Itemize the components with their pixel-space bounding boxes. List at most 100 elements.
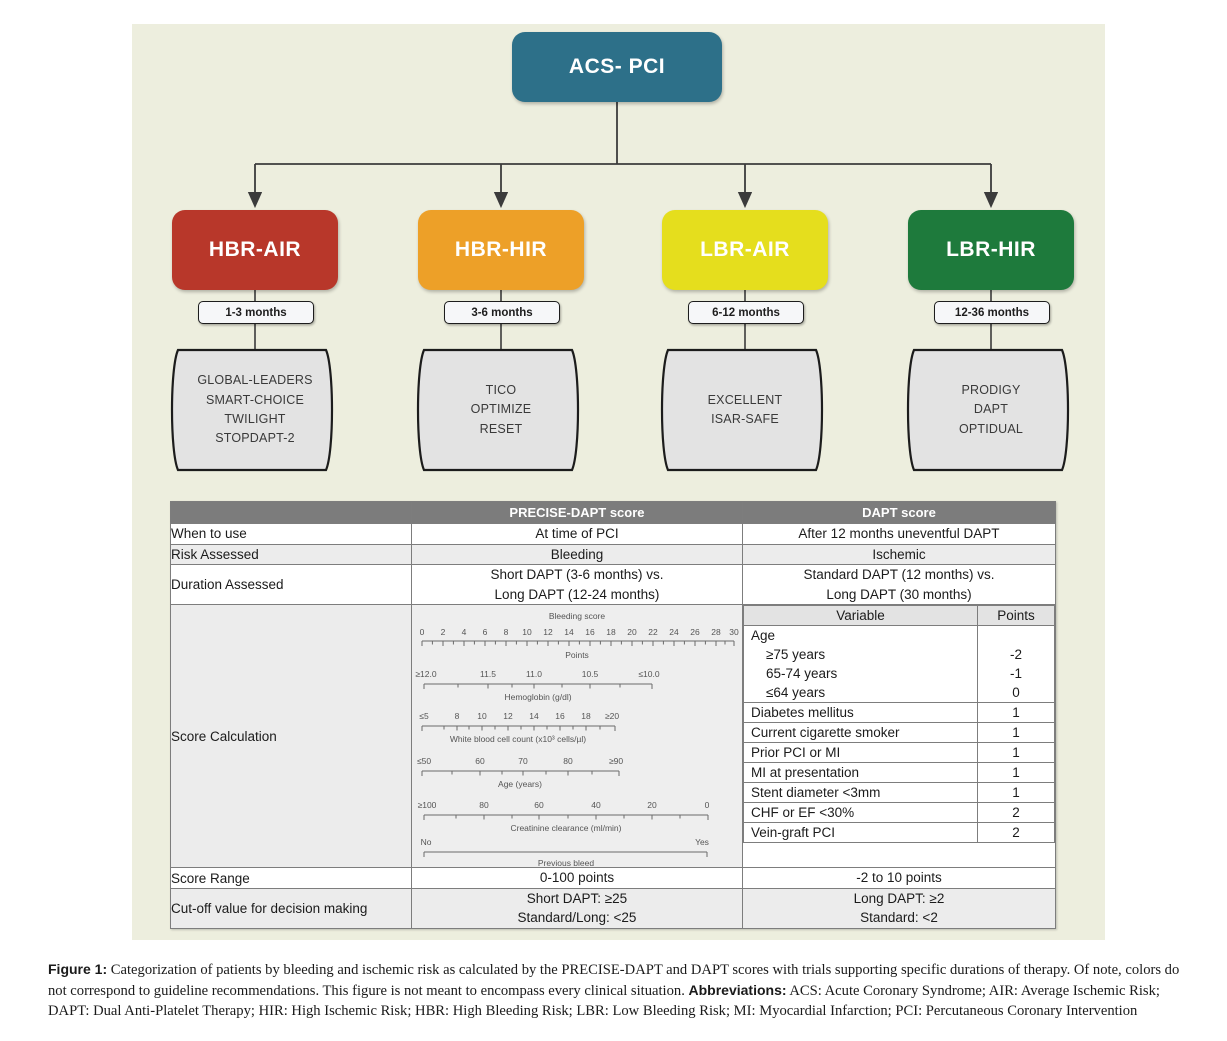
dapt-variable: Stent diameter <3mm: [742, 782, 979, 804]
svg-text:14: 14: [529, 711, 539, 721]
node-hbr-hir[interactable]: HBR-HIR: [418, 210, 584, 290]
svg-text:16: 16: [585, 627, 595, 637]
value-line-2: Long DAPT (30 months): [826, 586, 972, 602]
trial-list: GLOBAL-LEADERS SMART-CHOICE TWILIGHT STO…: [166, 346, 344, 474]
trial-list: EXCELLENT ISAR-SAFE: [656, 346, 834, 474]
svg-text:≥90: ≥90: [609, 756, 623, 766]
table-row-score-range: Score Range 0-100 points -2 to 10 points: [170, 867, 1057, 889]
node-lbr-hir[interactable]: LBR-HIR: [908, 210, 1074, 290]
nomogram-svg: Bleeding score 0 2 4 6 8 10 12 14 16 18 …: [415, 611, 739, 868]
row-dapt-value: After 12 months uneventful DAPT: [741, 523, 1057, 545]
precise-dapt-nomogram: Bleeding score 0 2 4 6 8 10 12 14 16 18 …: [412, 605, 742, 868]
svg-text:24: 24: [669, 627, 679, 637]
dapt-points: 1: [977, 702, 1055, 724]
row-precise-value: At time of PCI: [410, 523, 743, 545]
table-row-cutoff: Cut-off value for decision making Short …: [170, 887, 1057, 929]
row-precise-value: Short DAPT (3-6 months) vs. Long DAPT (1…: [410, 564, 743, 606]
table-row-duration-assessed: Duration Assessed Short DAPT (3-6 months…: [170, 564, 1057, 606]
svg-text:16: 16: [555, 711, 565, 721]
dapt-row-mi-presentation: MI at presentation 1: [742, 762, 1055, 784]
dapt-variable: 65-74 years: [742, 664, 979, 684]
value-line-2: Standard/Long: <25: [517, 910, 637, 926]
trial-name: OPTIMIZE: [470, 402, 532, 417]
value-line-1: Short DAPT: ≥25: [526, 890, 628, 906]
svg-text:80: 80: [563, 756, 573, 766]
node-lbr-air[interactable]: LBR-AIR: [662, 210, 828, 290]
trial-name: STOPDAPT-2: [215, 431, 295, 446]
trial-box-hbr-hir: TICO OPTIMIZE RESET: [412, 346, 590, 474]
trial-box-lbr-air: EXCELLENT ISAR-SAFE: [656, 346, 834, 474]
svg-text:≥12.0: ≥12.0: [415, 669, 436, 679]
trial-name: GLOBAL-LEADERS: [197, 373, 313, 388]
svg-text:80: 80: [479, 800, 489, 810]
row-dapt-value: -2 to 10 points: [741, 867, 1057, 889]
table-header-row: PRECISE-DAPT score DAPT score: [170, 501, 1057, 524]
trial-name: OPTIDUAL: [958, 421, 1024, 436]
svg-text:4: 4: [462, 627, 467, 637]
row-label: Duration Assessed: [170, 564, 412, 606]
figure-caption: Figure 1: Categorization of patients by …: [48, 960, 1198, 1022]
trial-box-hbr-air: GLOBAL-LEADERS SMART-CHOICE TWILIGHT STO…: [166, 346, 344, 474]
dapt-points: 1: [977, 762, 1055, 784]
dapt-points: 2: [977, 802, 1055, 824]
svg-text:11.0: 11.0: [526, 669, 542, 679]
duration-label: 3-6 months: [471, 306, 533, 319]
dapt-row-diabetes: Diabetes mellitus 1: [742, 702, 1055, 724]
value-line-1: Long DAPT: ≥2: [853, 890, 945, 906]
header-dapt: DAPT score: [741, 501, 1057, 524]
svg-text:22: 22: [648, 627, 658, 637]
svg-text:8: 8: [455, 711, 460, 721]
svg-text:18: 18: [581, 711, 591, 721]
svg-text:10: 10: [522, 627, 532, 637]
table-row-risk-assessed: Risk Assessed Bleeding Ischemic: [170, 543, 1057, 566]
dapt-row-age-64: ≤64 years 0: [742, 683, 1055, 704]
scale-caption-hemoglobin: Hemoglobin (g/dl): [504, 692, 571, 702]
score-comparison-table: PRECISE-DAPT score DAPT score When to us…: [170, 501, 1057, 929]
svg-text:60: 60: [475, 756, 485, 766]
row-label: Score Calculation: [170, 604, 412, 869]
node-lbr-hir-label: LBR-HIR: [946, 238, 1036, 261]
row-label: Risk Assessed: [170, 543, 412, 566]
svg-text:20: 20: [627, 627, 637, 637]
header-blank: [170, 501, 412, 524]
svg-text:≤10.0: ≤10.0: [638, 669, 659, 679]
scale-caption-age: Age (years): [498, 779, 542, 789]
scale-caption-points: Points: [565, 650, 589, 660]
svg-text:6: 6: [483, 627, 488, 637]
header-precise-dapt: PRECISE-DAPT score: [410, 501, 743, 524]
trial-list: PRODIGY DAPT OPTIDUAL: [902, 346, 1080, 474]
svg-text:28: 28: [711, 627, 721, 637]
precise-dapt-nomogram-cell: Bleeding score 0 2 4 6 8 10 12 14 16 18 …: [410, 604, 743, 869]
value-line-1: Standard DAPT (12 months) vs.: [803, 567, 995, 583]
dapt-points: -2: [977, 645, 1055, 665]
dapt-header-points: Points: [977, 605, 1055, 627]
node-hbr-air[interactable]: HBR-AIR: [172, 210, 338, 290]
node-hbr-air-label: HBR-AIR: [208, 238, 302, 261]
caption-abbreviations-label: Abbreviations:: [688, 981, 787, 998]
node-lbr-air-label: LBR-AIR: [700, 238, 790, 261]
svg-text:≥20: ≥20: [605, 711, 619, 721]
row-label: When to use: [170, 523, 412, 545]
dapt-variable: Current cigarette smoker: [742, 722, 979, 744]
scale-caption-wbc: White blood cell count (x10³ cells/µl): [450, 734, 586, 744]
duration-label: 6-12 months: [712, 306, 780, 319]
svg-text:0: 0: [420, 627, 425, 637]
svg-text:12: 12: [503, 711, 513, 721]
dapt-points: 2: [977, 822, 1055, 844]
svg-text:2: 2: [441, 627, 446, 637]
scale-title-bleeding-score: Bleeding score: [549, 611, 606, 621]
duration-chip-lbr-air: 6-12 months: [688, 301, 804, 324]
duration-chip-lbr-hir: 12-36 months: [934, 301, 1050, 324]
dapt-points: 1: [977, 782, 1055, 804]
dapt-variable-table: Variable Points Age ≥75 years -2 65-74 y…: [742, 605, 1055, 844]
trial-name: ISAR-SAFE: [711, 412, 779, 426]
dapt-header-row: Variable Points: [742, 605, 1055, 627]
row-label: Score Range: [170, 867, 412, 889]
row-precise-value: Short DAPT: ≥25 Standard/Long: <25: [410, 887, 743, 929]
row-dapt-value: Standard DAPT (12 months) vs. Long DAPT …: [741, 564, 1057, 606]
node-hbr-hir-label: HBR-HIR: [454, 238, 548, 261]
node-acs-pci[interactable]: ACS- PCI: [512, 32, 722, 102]
trial-name: TWILIGHT: [224, 412, 286, 426]
dapt-row-smoker: Current cigarette smoker 1: [742, 722, 1055, 744]
duration-chip-hbr-air: 1-3 months: [198, 301, 314, 324]
